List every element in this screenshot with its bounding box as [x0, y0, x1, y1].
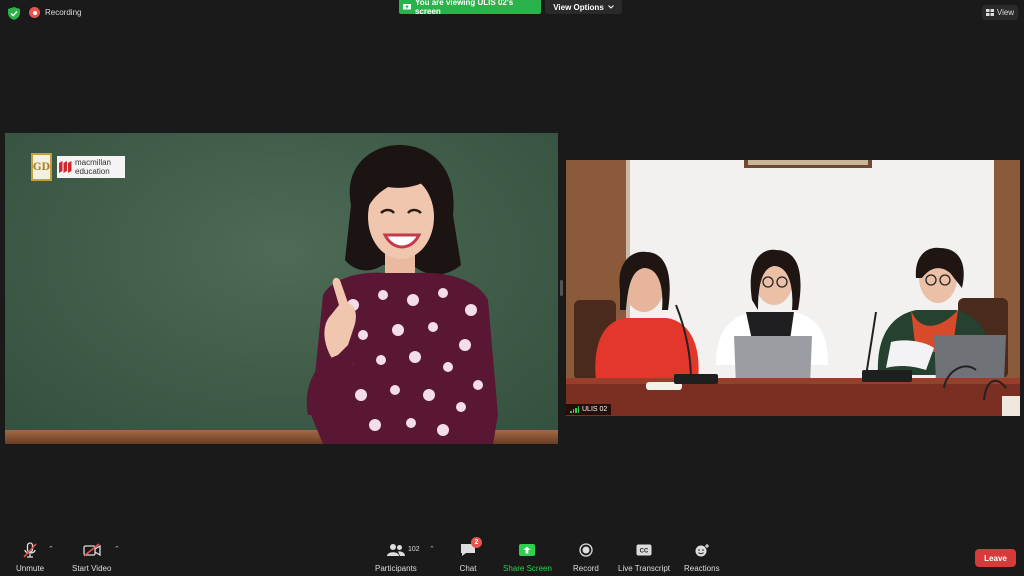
reactions-smiley-icon	[691, 540, 713, 560]
viewing-screen-banner: You are viewing ULIS 02's screen	[399, 0, 541, 16]
participants-icon	[385, 540, 407, 560]
connection-signal-icon	[570, 406, 579, 413]
shared-screen[interactable]: GD macmillan education	[5, 133, 558, 444]
macmillan-logo: macmillan education	[57, 156, 125, 178]
start-video-button[interactable]: Start Video	[72, 540, 111, 573]
meeting-top-bar: Recording You are viewing ULIS 02's scre…	[0, 0, 1024, 28]
gd-logo-text: GD	[32, 161, 51, 173]
chat-unread-badge: 2	[471, 537, 482, 548]
unmute-button[interactable]: Unmute	[16, 540, 44, 573]
share-screen-icon	[516, 540, 538, 560]
meeting-controls-toolbar: Unmute ⌃ Start Video ⌃ Participants 102 …	[0, 536, 1024, 576]
participant-video-tile[interactable]: ULIS 02	[566, 160, 1020, 416]
macmillan-mark-icon	[59, 161, 72, 173]
participants-label: Participants	[375, 564, 417, 573]
publisher-logos: GD macmillan education	[31, 153, 125, 181]
record-icon	[575, 540, 597, 560]
closed-captions-icon: CC	[633, 540, 655, 560]
split-view-divider[interactable]	[560, 280, 563, 296]
leave-button[interactable]: Leave	[975, 549, 1016, 567]
chat-icon: 2	[457, 537, 482, 560]
video-camera-off-icon	[81, 540, 103, 560]
live-transcript-label: Live Transcript	[618, 564, 671, 573]
screen-share-icon	[403, 3, 411, 9]
macmillan-logo-word: macmillan	[75, 158, 112, 167]
view-button[interactable]: View	[982, 5, 1018, 20]
participants-options-chevron-icon[interactable]: ⌃	[429, 545, 435, 553]
microphone-muted-icon	[19, 540, 41, 560]
share-screen-label: Share Screen	[503, 564, 552, 573]
live-transcript-button[interactable]: CC Live Transcript	[618, 540, 670, 573]
unmute-label: Unmute	[16, 564, 45, 573]
viewing-screen-text: You are viewing ULIS 02's screen	[414, 0, 514, 16]
recording-label: Recording	[45, 8, 82, 17]
view-label: View	[996, 8, 1015, 17]
participant-video-feed	[566, 160, 1020, 416]
participant-name: ULIS 02	[582, 406, 608, 413]
education-logo-word: education	[75, 167, 110, 176]
share-screen-button[interactable]: Share Screen	[503, 540, 552, 573]
svg-text:CC: CC	[640, 548, 649, 554]
teacher-figure	[306, 145, 498, 444]
recording-icon	[29, 7, 40, 18]
record-label: Record	[573, 564, 599, 573]
reactions-button[interactable]: Reactions	[684, 540, 720, 573]
security-shield-icon[interactable]	[8, 7, 20, 20]
grid-view-icon	[985, 9, 994, 16]
view-options-label: View Options	[553, 2, 604, 12]
record-button[interactable]: Record	[573, 540, 599, 573]
chat-label: Chat	[459, 564, 477, 573]
reactions-label: Reactions	[684, 564, 720, 573]
chevron-down-icon	[607, 5, 614, 9]
participants-count: 102	[408, 546, 420, 553]
audio-options-chevron-icon[interactable]: ⌃	[48, 545, 54, 553]
participant-name-tag: ULIS 02	[566, 404, 612, 415]
gd-logo: GD	[31, 153, 52, 181]
view-options-button[interactable]: View Options	[545, 0, 622, 14]
chat-button[interactable]: 2 Chat	[457, 537, 482, 573]
recording-indicator[interactable]: Recording	[29, 7, 81, 18]
participants-button[interactable]: Participants	[375, 540, 417, 573]
video-options-chevron-icon[interactable]: ⌃	[114, 545, 120, 553]
start-video-label: Start Video	[72, 564, 112, 573]
